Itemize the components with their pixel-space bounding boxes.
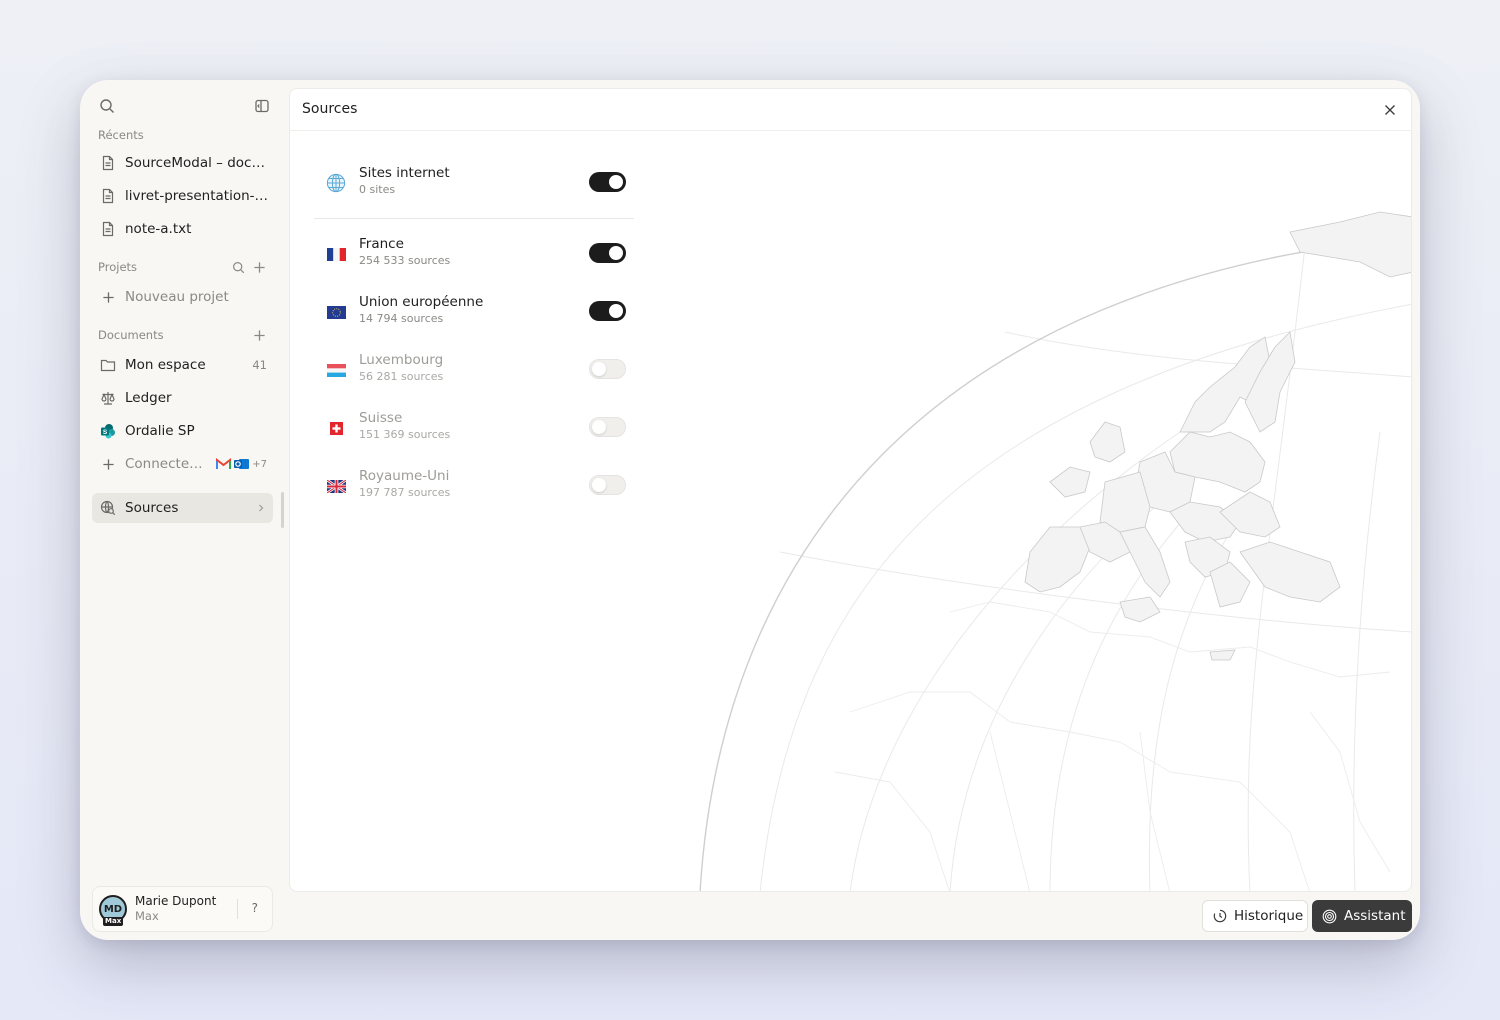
- source-toggle[interactable]: [589, 172, 626, 192]
- source-toggle[interactable]: [589, 301, 626, 321]
- svg-text:S: S: [103, 429, 108, 436]
- recent-item[interactable]: livret-presentation-…: [92, 181, 273, 211]
- source-count: 151 369 sources: [359, 428, 451, 441]
- recent-item-label: livret-presentation-…: [125, 188, 269, 204]
- projects-heading: Projets: [98, 260, 138, 274]
- sidebar-item-label: Ledger: [125, 390, 172, 406]
- panel-header: Sources: [290, 89, 1411, 131]
- flag-eu-icon: [326, 302, 346, 322]
- globe-search-icon: [100, 500, 116, 516]
- page-title: Sources: [302, 101, 358, 117]
- sidebar-item-mon-espace[interactable]: Mon espace 41: [92, 350, 273, 380]
- source-row-union-europeenne: Union européenne 14 794 sources: [314, 292, 634, 332]
- user-card[interactable]: MD Max Marie Dupont Max ?: [92, 886, 273, 932]
- sidebar-item-label: Mon espace: [125, 357, 206, 373]
- scale-icon: [100, 390, 116, 406]
- source-count: 254 533 sources: [359, 254, 451, 267]
- source-count: 56 281 sources: [359, 370, 444, 383]
- recent-item[interactable]: SourceModal – doc…: [92, 148, 273, 178]
- recents-heading: Récents: [98, 128, 144, 142]
- plan-tag: Max: [103, 917, 124, 926]
- source-row-royaume-uni: Royaume-Uni 197 787 sources: [314, 466, 634, 506]
- collapse-sidebar-icon[interactable]: [252, 96, 272, 116]
- more-connectors-count: +7: [252, 458, 267, 470]
- new-project-label: Nouveau projet: [125, 289, 229, 305]
- history-button[interactable]: Historique: [1202, 900, 1308, 932]
- new-project-button[interactable]: Nouveau projet: [92, 282, 273, 312]
- source-name: Union européenne: [359, 294, 484, 310]
- search-icon[interactable]: [97, 96, 117, 116]
- history-label: Historique: [1234, 908, 1304, 924]
- sources-panel: Sources Sites internet 0 sites France 25…: [289, 88, 1412, 892]
- recent-item-label: note-a.txt: [125, 221, 192, 237]
- sidebar-item-label: Ordalie SP: [125, 423, 195, 439]
- document-icon: [100, 155, 116, 171]
- flag-france-icon: [326, 244, 346, 264]
- source-row-luxembourg: Luxembourg 56 281 sources: [314, 350, 634, 390]
- sharepoint-icon: S: [100, 423, 116, 439]
- add-document-icon[interactable]: [251, 327, 267, 343]
- assistant-label: Assistant: [1344, 908, 1406, 924]
- gmail-icon: [216, 458, 232, 470]
- connector-icons: +7: [216, 457, 267, 471]
- recent-item[interactable]: note-a.txt: [92, 214, 273, 244]
- assistant-icon: [1322, 909, 1337, 924]
- chevron-right-icon: [257, 503, 265, 513]
- source-count: 0 sites: [359, 183, 396, 196]
- document-icon: [100, 188, 116, 204]
- search-projects-icon[interactable]: [230, 259, 246, 275]
- divider: [314, 218, 634, 219]
- source-toggle[interactable]: [589, 475, 626, 495]
- source-row-suisse: Suisse 151 369 sources: [314, 408, 634, 448]
- connect-button[interactable]: Connecter … +7: [92, 449, 273, 479]
- connect-label: Connecter …: [125, 456, 208, 472]
- help-button[interactable]: ?: [252, 901, 258, 915]
- divider: [237, 899, 238, 919]
- source-name: Sites internet: [359, 165, 450, 181]
- source-name: Suisse: [359, 410, 403, 426]
- source-name: Royaume-Uni: [359, 468, 450, 484]
- document-icon: [100, 221, 116, 237]
- globe-icon: [326, 173, 346, 193]
- add-project-icon[interactable]: [251, 259, 267, 275]
- source-count: 197 787 sources: [359, 486, 451, 499]
- plus-icon: [100, 456, 116, 472]
- documents-heading: Documents: [98, 328, 164, 342]
- source-toggle[interactable]: [589, 417, 626, 437]
- source-toggle[interactable]: [589, 243, 626, 263]
- flag-luxembourg-icon: [326, 360, 346, 380]
- source-toggle[interactable]: [589, 359, 626, 379]
- app-window: Récents SourceModal – doc… livret-presen…: [80, 80, 1420, 940]
- source-count: 14 794 sources: [359, 312, 444, 325]
- folder-icon: [100, 357, 116, 373]
- source-name: Luxembourg: [359, 352, 444, 368]
- resize-handle[interactable]: [281, 492, 284, 528]
- assistant-button[interactable]: Assistant: [1312, 900, 1412, 932]
- recent-item-label: SourceModal – doc…: [125, 155, 265, 171]
- sidebar-item-ordalie-sp[interactable]: S Ordalie SP: [92, 416, 273, 446]
- sidebar: Récents SourceModal – doc… livret-presen…: [80, 80, 288, 940]
- avatar-initials: MD: [103, 903, 123, 915]
- outlook-icon: [234, 457, 250, 471]
- source-name: France: [359, 236, 404, 252]
- flag-switzerland-icon: [326, 418, 346, 438]
- avatar: MD Max: [99, 895, 127, 926]
- close-icon[interactable]: [1383, 103, 1397, 117]
- source-row-sites-internet: Sites internet 0 sites: [314, 163, 634, 203]
- source-row-france: France 254 533 sources: [314, 234, 634, 274]
- item-count: 41: [252, 358, 267, 372]
- sidebar-item-label: Sources: [125, 500, 179, 516]
- sidebar-item-ledger[interactable]: Ledger: [92, 383, 273, 413]
- clock-icon: [1213, 909, 1227, 923]
- flag-uk-icon: [326, 476, 346, 496]
- sidebar-item-sources[interactable]: Sources: [92, 493, 273, 523]
- plus-icon: [100, 289, 116, 305]
- user-plan: Max: [135, 909, 159, 923]
- user-name: Marie Dupont: [135, 894, 217, 908]
